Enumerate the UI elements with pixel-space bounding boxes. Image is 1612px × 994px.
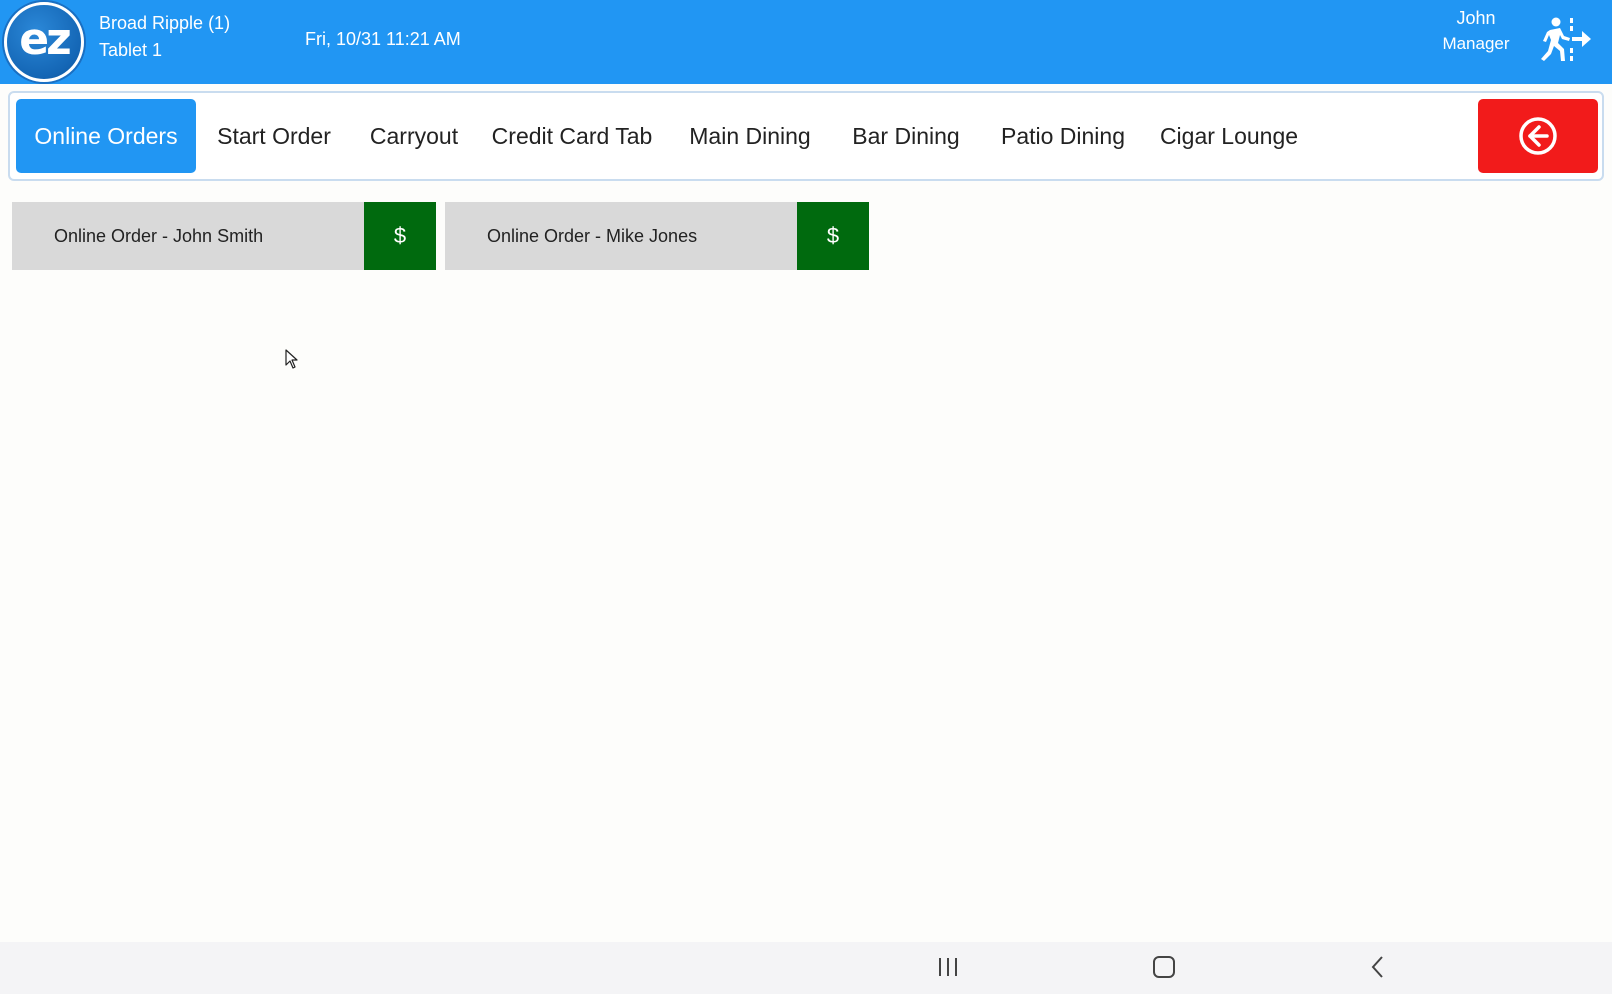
tab-online-orders[interactable]: Online Orders — [16, 99, 196, 173]
store-name: Broad Ripple (1) — [99, 13, 231, 33]
store-info: Broad Ripple (1) Tablet 1 — [99, 10, 230, 64]
logout-icon[interactable] — [1536, 16, 1592, 64]
logo-text: ez — [19, 14, 71, 65]
recents-icon[interactable] — [936, 956, 960, 983]
pay-button[interactable]: $ — [364, 202, 436, 270]
order-card: Online Order - Mike Jones $ — [445, 202, 869, 270]
user-name: John — [1456, 8, 1496, 28]
circle-arrow-left-icon — [1519, 117, 1557, 155]
tab-main-dining[interactable]: Main Dining — [674, 99, 826, 173]
mouse-cursor-icon — [285, 349, 298, 369]
tab-carryout[interactable]: Carryout — [356, 99, 472, 173]
tab-credit-card-tab[interactable]: Credit Card Tab — [484, 99, 660, 173]
tab-bar-dining[interactable]: Bar Dining — [838, 99, 974, 173]
home-icon[interactable] — [1152, 955, 1176, 984]
tab-start-order[interactable]: Start Order — [204, 99, 344, 173]
back-button[interactable] — [1478, 99, 1598, 173]
user-info: John Manager — [1426, 6, 1526, 56]
order-name-button[interactable]: Online Order - Mike Jones — [445, 202, 797, 270]
order-card: Online Order - John Smith $ — [12, 202, 436, 270]
tab-cigar-lounge[interactable]: Cigar Lounge — [1152, 99, 1306, 173]
ez-logo: ez — [4, 2, 84, 82]
order-name-button[interactable]: Online Order - John Smith — [12, 202, 364, 270]
category-nav: Online Orders Start Order Carryout Credi… — [8, 91, 1604, 181]
top-header-bar: ez Broad Ripple (1) Tablet 1 Fri, 10/31 … — [0, 0, 1612, 84]
back-icon[interactable] — [1370, 955, 1386, 984]
user-role: Manager — [1442, 34, 1510, 53]
current-datetime: Fri, 10/31 11:21 AM — [305, 29, 461, 49]
system-nav-bar — [0, 942, 1612, 994]
device-name: Tablet 1 — [99, 40, 163, 60]
pay-button[interactable]: $ — [797, 202, 869, 270]
tab-patio-dining[interactable]: Patio Dining — [988, 99, 1138, 173]
